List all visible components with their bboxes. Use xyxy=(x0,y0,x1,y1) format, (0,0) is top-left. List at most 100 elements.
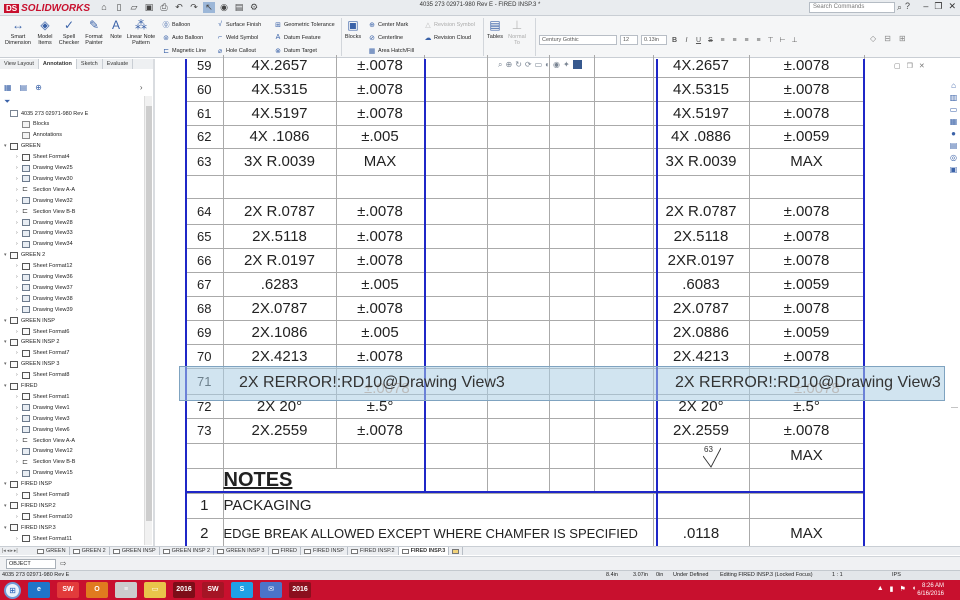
dimension-cell[interactable]: 2X.5118 xyxy=(223,224,337,249)
actual-dimension-cell[interactable]: .6083 xyxy=(653,272,750,297)
dimension-cell[interactable]: 2X.1086 xyxy=(223,320,337,345)
flag-icon[interactable]: ⚑ xyxy=(899,585,905,593)
display-style-icon[interactable]: ◐ xyxy=(545,60,550,70)
empty-cell[interactable] xyxy=(549,101,595,126)
blocks-button[interactable]: ▣ Blocks xyxy=(344,18,362,40)
item-number-cell[interactable]: 62 xyxy=(186,125,224,149)
status-scale[interactable]: 1 : 1 xyxy=(832,572,843,578)
tree-node[interactable]: ▾ GREEN INSP xyxy=(4,315,55,326)
empty-cell[interactable] xyxy=(424,175,488,199)
tray-expand-icon[interactable]: ▲ xyxy=(877,585,884,593)
empty-cell[interactable] xyxy=(487,224,550,249)
help-icon[interactable]: ? xyxy=(905,1,910,11)
italic-icon[interactable]: I xyxy=(682,37,691,44)
text-height-input[interactable]: 0.13in xyxy=(641,35,667,45)
align-right-icon[interactable]: ≡ xyxy=(742,37,751,44)
empty-cell[interactable] xyxy=(487,248,550,273)
item-number-cell[interactable]: 63 xyxy=(186,148,224,176)
item-number-cell[interactable] xyxy=(186,443,224,469)
note-row[interactable]: 1 PACKAGING xyxy=(186,493,865,519)
tolerance-cell[interactable] xyxy=(336,443,425,469)
underline-icon[interactable]: U xyxy=(694,37,703,44)
tree-node[interactable]: › Drawing View39 xyxy=(16,304,73,315)
taskbar-notepad-icon[interactable]: ≡ xyxy=(115,582,137,598)
previous-view-icon[interactable]: ↻ xyxy=(515,60,522,70)
item-number-cell[interactable]: 65 xyxy=(186,224,224,249)
sheet-tab[interactable]: FIRED INSP.2 xyxy=(348,547,399,555)
tree-node[interactable]: › Sheet Format8 xyxy=(16,370,69,381)
tree-node[interactable]: ▾ FIRED INSP.2 xyxy=(4,500,56,511)
select-pointer-icon[interactable]: ↖ xyxy=(203,2,215,13)
actual-tolerance-cell[interactable]: ±.0078 xyxy=(749,101,865,126)
actual-tolerance-cell[interactable]: ±.0059 xyxy=(749,320,865,345)
actual-dimension-cell[interactable]: 4X.5315 xyxy=(653,77,750,102)
actual-dimension-cell[interactable]: 2XR.0197 xyxy=(653,248,750,273)
undo-icon[interactable]: ↶ xyxy=(173,2,185,13)
home-icon[interactable]: ⌂ xyxy=(98,2,110,13)
empty-cell[interactable] xyxy=(424,224,488,249)
tolerance-cell[interactable]: ±.0078 xyxy=(336,224,425,249)
ribbon-extra-icon[interactable]: ⊟ xyxy=(884,34,891,43)
actual-tolerance-cell[interactable]: ±.0078 xyxy=(749,248,865,273)
bold-icon[interactable]: B xyxy=(670,37,679,44)
actual-dimension-cell[interactable]: 2X.4213 xyxy=(653,344,750,369)
minimize-icon[interactable]: – xyxy=(923,1,928,12)
empty-cell[interactable] xyxy=(594,272,654,297)
table-row[interactable]: 68 2X.0787 ±.0078 2X.0787 ±.0078 xyxy=(186,296,865,321)
hide-show-icon[interactable]: ◉ xyxy=(553,60,560,70)
options-gear-icon[interactable]: ⚙ xyxy=(248,2,260,13)
tree-node[interactable]: › Drawing View38 xyxy=(16,293,73,304)
empty-cell[interactable] xyxy=(487,125,550,149)
tree-node[interactable]: › Sheet Format9 xyxy=(16,490,69,501)
design-library-icon[interactable]: ▥ xyxy=(948,92,959,103)
actual-dimension-cell[interactable]: 2X.0886 xyxy=(653,320,750,345)
empty-cell[interactable] xyxy=(594,296,654,321)
taskbar-sw2016-icon[interactable]: 2016 xyxy=(173,582,195,598)
forum-icon[interactable]: ◎ xyxy=(948,152,959,163)
empty-cell[interactable] xyxy=(487,101,550,126)
empty-cell[interactable] xyxy=(487,320,550,345)
actual-tolerance-cell[interactable]: MAX xyxy=(749,148,865,176)
empty-cell[interactable] xyxy=(424,320,488,345)
tree-node[interactable]: › ⊏ Section View A-A xyxy=(16,184,75,195)
status-units[interactable]: IPS xyxy=(892,572,901,578)
note-text[interactable]: PACKAGING xyxy=(223,493,654,519)
rebuild-icon[interactable]: ◉ xyxy=(218,2,230,13)
save-icon[interactable]: ▣ xyxy=(143,2,155,13)
align-top-icon[interactable]: ⊤ xyxy=(766,36,775,44)
item-number-cell[interactable]: 60 xyxy=(186,77,224,102)
tree-node[interactable]: › Sheet Format6 xyxy=(16,326,69,337)
dimension-cell[interactable]: .6283 xyxy=(223,272,337,297)
actual-dimension-cell[interactable]: 4X .0886 xyxy=(653,125,750,149)
empty-cell[interactable] xyxy=(594,175,654,199)
empty-cell[interactable] xyxy=(424,344,488,369)
feature-manager-tree-icon[interactable]: ▦ xyxy=(4,83,12,92)
file-explorer-icon[interactable]: ▭ xyxy=(948,104,959,115)
table-row[interactable] xyxy=(186,175,865,199)
item-number-cell[interactable]: 68 xyxy=(186,296,224,321)
format-painter-button[interactable]: ✎ Format Painter xyxy=(82,18,106,46)
empty-cell[interactable] xyxy=(594,443,654,469)
item-number-cell[interactable]: 70 xyxy=(186,344,224,369)
empty-cell[interactable] xyxy=(594,320,654,345)
empty-cell[interactable] xyxy=(487,198,550,225)
tolerance-cell[interactable]: ±.005 xyxy=(336,320,425,345)
clock[interactable]: 8:26 AM 6/16/2016 xyxy=(917,582,944,598)
view-palette-icon[interactable]: ▦ xyxy=(948,116,959,127)
dimension-cell[interactable]: 2X R.0787 xyxy=(223,198,337,225)
tree-node[interactable]: › Drawing View15 xyxy=(16,468,73,479)
rotate-icon[interactable]: ⟳ xyxy=(525,60,532,70)
tree-node[interactable]: › Drawing View28 xyxy=(16,217,73,228)
tolerance-cell[interactable]: ±.0078 xyxy=(336,418,425,444)
view-restore-icon[interactable]: ❐ xyxy=(907,62,913,70)
command-tab[interactable]: View Layout xyxy=(0,59,39,69)
spell-checker-button[interactable]: ✓ Spell Checker xyxy=(58,18,80,46)
justify-icon[interactable]: ≡ xyxy=(754,37,763,44)
align-left-icon[interactable]: ≡ xyxy=(718,37,727,44)
tolerance-cell[interactable]: ±.0078 xyxy=(336,344,425,369)
linear-note-pattern-button[interactable]: ⁂ Linear Note Pattern xyxy=(126,18,156,46)
actual-tolerance-cell[interactable]: ±.0078 xyxy=(749,77,865,102)
actual-tolerance-cell[interactable]: ±.0078 xyxy=(749,198,865,225)
empty-cell[interactable] xyxy=(594,125,654,149)
item-number-cell[interactable]: 59 xyxy=(186,55,224,78)
